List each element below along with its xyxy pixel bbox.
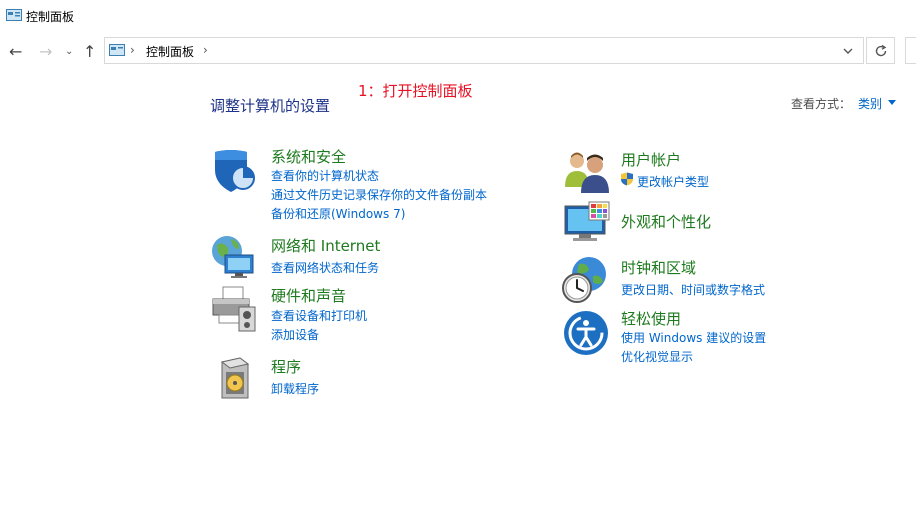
monitor-icon[interactable] (563, 200, 611, 248)
recent-dropdown-icon[interactable]: ⌄ (65, 44, 73, 60)
category-system-security[interactable]: 系统和安全 (271, 146, 346, 167)
link-backup-restore[interactable]: 备份和还原(Windows 7) (271, 205, 405, 222)
category-ease-of-access[interactable]: 轻松使用 (621, 308, 681, 329)
ease-of-access-icon[interactable] (562, 309, 610, 357)
link-change-account-type[interactable]: 更改帐户类型 (637, 173, 709, 190)
page-title: 调整计算机的设置 (210, 97, 331, 115)
breadcrumb-separator: › (130, 43, 135, 57)
view-by-label: 查看方式： (791, 97, 852, 111)
category-clock-region[interactable]: 时钟和区域 (621, 257, 696, 278)
link-uninstall-program[interactable]: 卸载程序 (271, 380, 319, 397)
forward-icon[interactable]: → (39, 44, 52, 60)
back-icon[interactable]: ← (9, 44, 22, 60)
control-panel-icon (6, 9, 22, 21)
category-hardware-sound[interactable]: 硬件和声音 (271, 285, 346, 306)
users-icon[interactable] (563, 147, 611, 195)
title-bar: 控制面板 (0, 0, 916, 31)
refresh-icon (875, 44, 887, 57)
up-icon[interactable]: ↑ (83, 44, 96, 60)
annotation-label: 1：打开控制面板 (358, 82, 473, 100)
clock-globe-icon[interactable] (561, 256, 609, 304)
shield-icon[interactable] (211, 146, 259, 194)
refresh-button[interactable] (866, 37, 895, 64)
link-optimize-display[interactable]: 优化视觉显示 (621, 348, 693, 365)
category-network-internet[interactable]: 网络和 Internet (271, 235, 380, 256)
link-devices-printers[interactable]: 查看设备和打印机 (271, 307, 367, 324)
search-box[interactable] (905, 37, 916, 64)
category-user-accounts[interactable]: 用户帐户 (621, 149, 681, 170)
view-by-value[interactable]: 类别 (858, 95, 882, 112)
control-panel-icon (109, 44, 125, 56)
link-network-status[interactable]: 查看网络状态和任务 (271, 259, 379, 276)
breadcrumb-chevron-icon[interactable]: › (203, 43, 208, 57)
window-title: 控制面板 (26, 10, 75, 24)
chevron-down-icon[interactable] (843, 47, 853, 55)
link-file-history[interactable]: 通过文件历史记录保存你的文件备份副本 (271, 186, 487, 203)
link-date-time-format[interactable]: 更改日期、时间或数字格式 (621, 281, 765, 298)
address-bar[interactable]: › 控制面板 › (104, 37, 864, 64)
uac-shield-icon (621, 172, 633, 186)
category-appearance[interactable]: 外观和个性化 (621, 211, 711, 232)
link-recommended-settings[interactable]: 使用 Windows 建议的设置 (621, 329, 766, 346)
category-programs[interactable]: 程序 (271, 356, 301, 377)
printer-icon[interactable] (211, 285, 259, 333)
link-add-device[interactable]: 添加设备 (271, 326, 319, 343)
view-dropdown-icon[interactable] (888, 100, 896, 105)
link-view-computer-status[interactable]: 查看你的计算机状态 (271, 167, 379, 184)
breadcrumb-control-panel[interactable]: 控制面板 (146, 43, 194, 60)
network-icon[interactable] (209, 233, 257, 281)
programs-icon[interactable] (214, 354, 262, 402)
